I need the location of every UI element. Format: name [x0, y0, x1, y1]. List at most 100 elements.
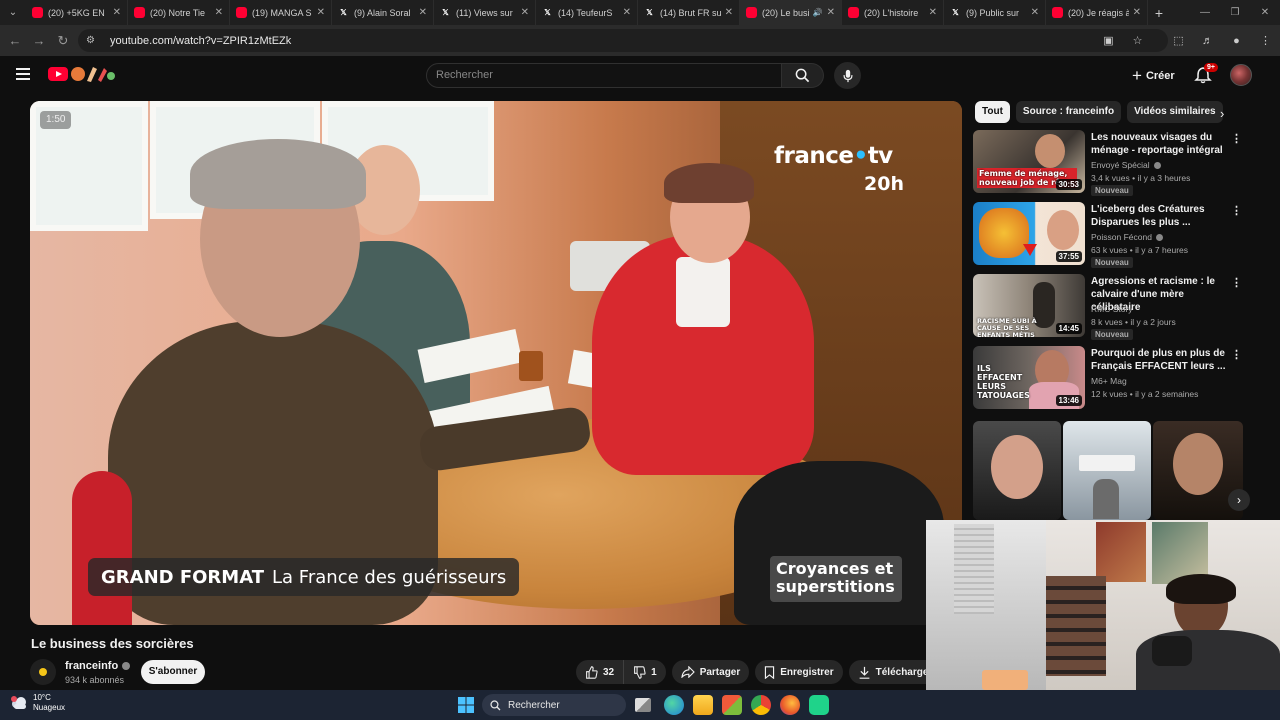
- share-button[interactable]: Partager: [671, 660, 750, 684]
- tab-close-icon[interactable]: ✕: [521, 7, 529, 18]
- minimize-icon[interactable]: —: [1190, 0, 1220, 25]
- short-thumbnail[interactable]: [973, 421, 1061, 520]
- recommended-title[interactable]: L'iceberg des Créatures Disparues les pl…: [1091, 203, 1231, 229]
- chip-source[interactable]: Source : franceinfo: [1015, 101, 1122, 123]
- browser-tab[interactable]: (20) L'histoire ✕: [842, 0, 944, 25]
- like-button[interactable]: 32: [576, 660, 625, 684]
- taskbar-search[interactable]: Rechercher: [482, 694, 626, 716]
- weather-widget[interactable]: 10°C Nuageux: [10, 693, 65, 713]
- edge-browser-icon[interactable]: [664, 695, 684, 715]
- short-thumbnail[interactable]: [1063, 421, 1151, 520]
- more-options-icon[interactable]: ⋮: [1231, 348, 1242, 361]
- browser-tab[interactable]: 𝕏 (14) TeufeurS ✕: [536, 0, 638, 25]
- browser-menu-icon[interactable]: ⋮: [1251, 34, 1280, 47]
- recommended-meta: 3,4 k vues • il y a 3 heures: [1091, 173, 1191, 183]
- tab-close-icon[interactable]: ✕: [1133, 7, 1141, 18]
- recommended-title[interactable]: Les nouveaux visages du ménage - reporta…: [1091, 131, 1231, 157]
- tab-close-icon[interactable]: ✕: [725, 7, 733, 18]
- windows-start-icon[interactable]: [456, 695, 476, 715]
- recommended-channel[interactable]: Envoyé Spécial: [1091, 160, 1161, 170]
- browser-tab[interactable]: (20) +5KG EN ✕: [26, 0, 128, 25]
- tab-close-icon[interactable]: ✕: [317, 7, 325, 18]
- more-options-icon[interactable]: ⋮: [1231, 132, 1242, 145]
- browser-tab[interactable]: 𝕏 (11) Views sur ✕: [434, 0, 536, 25]
- video-player[interactable]: 1:50 france•tv 20h GRAND FORMAT La Franc…: [30, 101, 962, 625]
- tab-close-icon[interactable]: ✕: [623, 7, 631, 18]
- video-thumbnail[interactable]: 37:55: [973, 202, 1085, 265]
- tab-close-icon[interactable]: ✕: [113, 7, 121, 18]
- search-button[interactable]: [782, 63, 824, 88]
- restore-icon[interactable]: ❐: [1220, 0, 1250, 25]
- forward-arrow-icon[interactable]: →: [27, 33, 51, 48]
- shorts-next-chevron-icon[interactable]: ›: [1228, 489, 1250, 511]
- close-window-icon[interactable]: ✕: [1250, 0, 1280, 25]
- chip-all[interactable]: Tout: [975, 101, 1010, 123]
- browser-tab[interactable]: (20) Notre Tie ✕: [128, 0, 230, 25]
- account-avatar[interactable]: [1230, 64, 1252, 86]
- firefox-browser-icon[interactable]: [780, 695, 800, 715]
- subscriber-count: 934 k abonnés: [65, 675, 125, 685]
- chips-next-chevron-icon[interactable]: ›: [1220, 106, 1224, 121]
- browser-tab[interactable]: 𝕏 (14) Brut FR su ✕: [638, 0, 740, 25]
- save-button[interactable]: Enregistrer: [755, 660, 843, 684]
- recommended-channel[interactable]: RMC Story: [1091, 304, 1133, 314]
- hamburger-menu-icon[interactable]: [16, 68, 30, 80]
- tab-search-chevron-icon[interactable]: ⌄: [0, 0, 26, 25]
- recommended-channel[interactable]: M6+ Mag: [1091, 376, 1127, 386]
- youtube-logo[interactable]: [48, 67, 68, 81]
- short-face: [991, 435, 1043, 499]
- channel-name-link[interactable]: franceinfo: [65, 660, 131, 672]
- tab-close-icon[interactable]: ✕: [1031, 7, 1039, 18]
- back-arrow-icon[interactable]: ←: [3, 33, 27, 48]
- tab-close-icon[interactable]: ✕: [929, 7, 937, 18]
- search-input[interactable]: Rechercher: [426, 63, 782, 88]
- recommended-title[interactable]: Pourquoi de plus en plus de Français EFF…: [1091, 347, 1231, 373]
- dislike-button[interactable]: 1: [624, 660, 666, 684]
- create-button[interactable]: + Créer: [1128, 64, 1179, 88]
- bookmark-star-icon[interactable]: ☆: [1123, 34, 1152, 47]
- more-options-icon[interactable]: ⋮: [1231, 204, 1242, 217]
- short-face: [1173, 433, 1223, 495]
- task-view-icon[interactable]: [635, 698, 651, 712]
- chrome-browser-icon[interactable]: [751, 695, 771, 715]
- voice-search-button[interactable]: [834, 62, 861, 89]
- app-icon-green[interactable]: [809, 695, 829, 715]
- subscribe-button[interactable]: S'abonner: [141, 660, 205, 684]
- browser-tab[interactable]: 𝕏 (9) Alain Soral ✕: [332, 0, 434, 25]
- video-title: Le business des sorcières: [31, 636, 194, 651]
- browser-tab[interactable]: 𝕏 (9) Public sur ✕: [944, 0, 1046, 25]
- profile-icon[interactable]: ●: [1222, 35, 1251, 47]
- browser-tab[interactable]: (19) MANGA S ✕: [230, 0, 332, 25]
- video-thumbnail[interactable]: ILS EFFACENT LEURS TATOUAGES 13:46: [973, 346, 1085, 409]
- reload-icon[interactable]: ↻: [51, 33, 75, 49]
- site-info-icon[interactable]: ⚙: [86, 35, 100, 46]
- cast-icon[interactable]: ▣: [1094, 34, 1123, 47]
- channel-avatar[interactable]: [30, 659, 56, 685]
- extensions-icon[interactable]: ⬚: [1164, 34, 1193, 47]
- more-options-icon[interactable]: ⋮: [1231, 276, 1242, 289]
- youtube-doodle-logo[interactable]: [70, 65, 116, 83]
- tab-audio-icon[interactable]: 🔊: [813, 8, 823, 17]
- tab-title: (20) Notre Tie: [150, 7, 206, 18]
- recommended-video[interactable]: 37:55 L'iceberg des Créatures Disparues …: [973, 202, 1243, 268]
- tab-close-icon[interactable]: ✕: [419, 7, 427, 18]
- recommended-video[interactable]: RACISME SUBI À CAUSE DE SES ENFANTS MÉTI…: [973, 274, 1243, 340]
- tab-close-icon[interactable]: ✕: [215, 7, 223, 18]
- browser-tab[interactable]: (20) Le busi 🔊 ✕: [740, 0, 842, 25]
- browser-tab[interactable]: (20) Je réagis à ✕: [1046, 0, 1148, 25]
- recommended-video[interactable]: ILS EFFACENT LEURS TATOUAGES 13:46 Pourq…: [973, 346, 1243, 410]
- chip-similar[interactable]: Vidéos similaires: [1127, 101, 1223, 123]
- video-thumbnail[interactable]: Femme de ménage, nouveau job de rêv 30:5…: [973, 130, 1085, 193]
- youtube-icon: [1052, 7, 1063, 18]
- weather-text: Nuageux: [33, 703, 66, 712]
- x-icon: 𝕏: [340, 8, 347, 17]
- media-controls-icon[interactable]: ♬: [1193, 35, 1222, 47]
- file-explorer-icon[interactable]: [693, 695, 713, 715]
- video-thumbnail[interactable]: RACISME SUBI À CAUSE DE SES ENFANTS MÉTI…: [973, 274, 1085, 337]
- store-icon[interactable]: [722, 695, 742, 715]
- address-bar[interactable]: ⚙ youtube.com/watch?v=ZPIR1zMtEZk: [78, 29, 1168, 52]
- new-tab-plus-icon[interactable]: +: [1148, 5, 1170, 21]
- tab-close-icon[interactable]: ✕: [827, 7, 835, 18]
- recommended-video[interactable]: Femme de ménage, nouveau job de rêv 30:5…: [973, 130, 1243, 196]
- recommended-channel[interactable]: Poisson Fécond: [1091, 232, 1163, 242]
